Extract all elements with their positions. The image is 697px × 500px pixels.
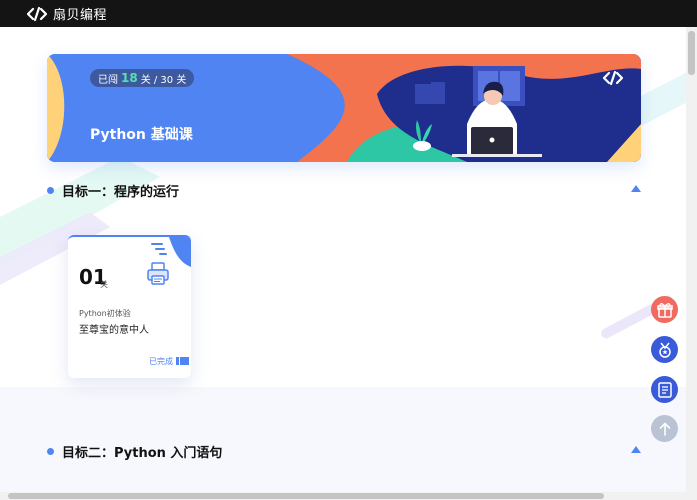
vertical-scrollbar[interactable]: [686, 27, 697, 492]
course-title: Python 基础课: [90, 127, 193, 143]
section-header-1: 目标一：程序的运行: [47, 181, 641, 200]
section-bullet-icon: [47, 447, 54, 455]
gift-icon: [656, 302, 673, 318]
course-book-button[interactable]: [651, 376, 678, 403]
progress-current: 18: [121, 71, 138, 85]
completed-badge-icon: [176, 357, 189, 365]
book-icon: [657, 381, 672, 398]
collapse-arrow-icon[interactable]: [631, 185, 641, 192]
progress-suffix: 关 / 30 关: [140, 74, 187, 86]
course-banner: 已闯 18 关 / 30 关 Python 基础课: [47, 54, 641, 162]
level-card[interactable]: 01 关 Python初体验 至尊宝的意中人 已完成: [68, 235, 191, 378]
horizontal-scrollbar[interactable]: [0, 492, 697, 500]
brand-name[interactable]: 扇贝编程: [53, 4, 107, 23]
back-to-top-button[interactable]: [651, 415, 678, 442]
section-title: 目标一：程序的运行: [62, 184, 180, 200]
progress-badge: 已闯 18 关 / 30 关: [90, 69, 195, 87]
medal-icon: [658, 342, 671, 358]
section-header-2: 目标二：Python 入门语句: [47, 442, 641, 461]
section-title: 目标二：Python 入门语句: [62, 445, 223, 461]
section-bullet-icon: [47, 186, 54, 194]
gift-button[interactable]: [651, 296, 678, 323]
printer-icon: [147, 262, 169, 285]
level-status: 已完成: [149, 357, 173, 366]
horizontal-scroll-thumb[interactable]: [8, 493, 604, 499]
collapse-arrow-icon[interactable]: [631, 446, 641, 453]
brand-logo-icon[interactable]: [27, 6, 47, 22]
vertical-scroll-thumb[interactable]: [688, 31, 695, 75]
level-name: 至尊宝的意中人: [79, 325, 149, 336]
arrow-up-icon: [659, 422, 670, 436]
medal-button[interactable]: [651, 336, 678, 363]
progress-prefix: 已闯: [98, 74, 118, 86]
level-subtitle: Python初体验: [79, 309, 131, 318]
banner-logo-icon: [602, 70, 624, 86]
top-bar: 扇贝编程: [0, 0, 697, 27]
level-unit: 关: [100, 280, 108, 289]
